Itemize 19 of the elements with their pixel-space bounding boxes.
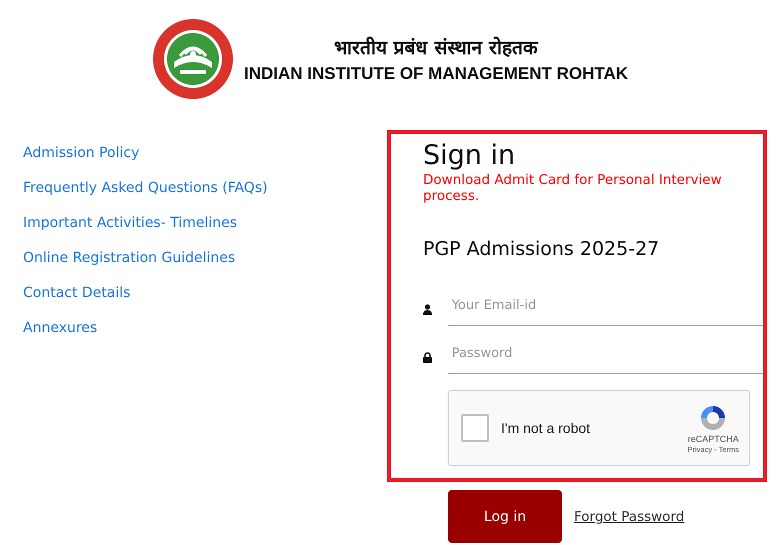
logo-icon [152, 18, 234, 100]
notice-text: Download Admit Card for Personal Interview process. [423, 172, 723, 204]
nav-link[interactable]: Admission Policy [23, 144, 387, 163]
sign-in-heading: Sign in [423, 140, 516, 172]
captcha-checkbox[interactable] [461, 414, 489, 442]
nav-link[interactable]: Contact Details [23, 284, 387, 303]
lock-icon [423, 352, 432, 362]
nav-link[interactable]: Important Activities- Timelines [23, 214, 387, 233]
admissions-heading: PGP Admissions 2025-27 [423, 238, 660, 260]
recaptcha-brand: reCAPTCHA [688, 434, 739, 444]
login-button[interactable]: Log in [448, 490, 562, 543]
forgot-password-link[interactable]: Forgot Password [574, 508, 684, 524]
institute-name-hindi: भारतीय प्रबंध संस्थान रोहतक [334, 36, 538, 60]
nav-link[interactable]: Online Registration Guidelines [23, 249, 387, 268]
nav-link[interactable]: Annexures [23, 319, 387, 338]
institute-name: INDIAN INSTITUTE OF MANAGEMENT ROHTAK [244, 64, 628, 84]
nav-link[interactable]: Frequently Asked Questions (FAQs) [23, 179, 387, 198]
captcha-label: I'm not a robot [501, 420, 592, 436]
user-icon [423, 304, 432, 314]
